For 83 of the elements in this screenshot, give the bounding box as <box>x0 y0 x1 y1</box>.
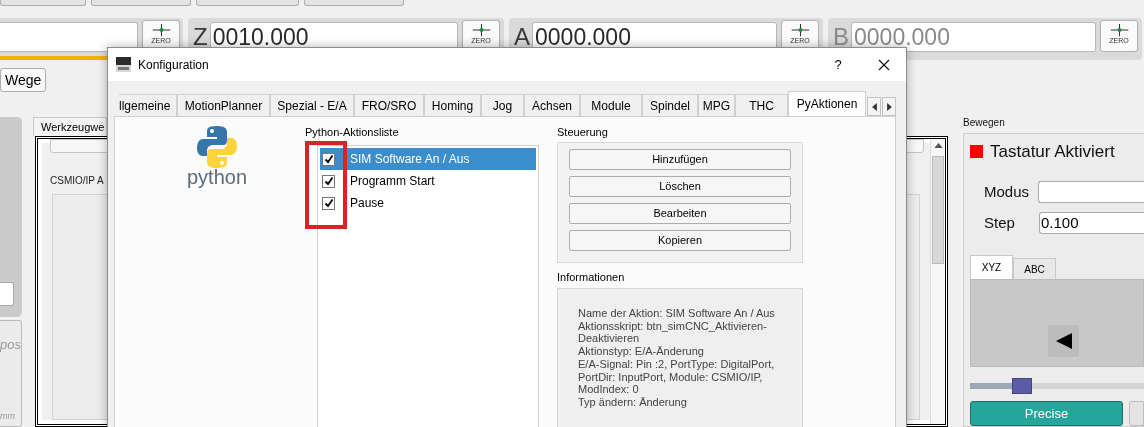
speed-slider[interactable] <box>970 378 1144 394</box>
field-label: Modus <box>984 182 1031 202</box>
scrollbar[interactable] <box>930 139 945 424</box>
app-icon <box>116 57 131 72</box>
step-field[interactable]: 0.100 <box>1039 211 1144 234</box>
tab[interactable]: MPG <box>698 94 735 116</box>
check-icon <box>323 176 334 186</box>
item-label: SIM Software An / Aus <box>350 151 470 168</box>
slider-thumb[interactable] <box>1012 378 1032 394</box>
axis-value-field[interactable] <box>0 22 138 52</box>
mode-dropdown[interactable] <box>1038 181 1144 204</box>
input-field[interactable] <box>0 282 14 306</box>
position-label: pos <box>0 336 21 354</box>
axis-label: Z <box>193 25 208 49</box>
crosshair-icon <box>1108 23 1130 37</box>
scroll-thumb[interactable] <box>932 156 944 264</box>
check-icon <box>323 154 334 164</box>
toolbar-button[interactable] <box>91 0 191 6</box>
tab[interactable]: Homing <box>424 94 481 116</box>
item-label: Programm Start <box>350 173 435 190</box>
section-title: Bewegen <box>963 117 1006 129</box>
checkbox[interactable] <box>322 174 335 188</box>
tab[interactable]: FRO/SRO <box>354 94 424 116</box>
scroll-right-button[interactable] <box>882 97 896 116</box>
info-text: Aktionsskript: btn_simCNC_Aktivieren- <box>578 319 768 333</box>
info-text: Typ ändern: Änderung <box>578 395 688 409</box>
info-text: Name der Aktion: SIM Software An / Aus <box>578 307 776 320</box>
unit-label: mm <box>0 409 16 423</box>
crosshair-icon <box>470 23 492 37</box>
axis-label: B <box>833 25 849 49</box>
python-logo-icon <box>197 125 237 169</box>
left-arrow-icon <box>871 102 877 111</box>
left-arrow-icon <box>1055 333 1072 349</box>
scroll-left-button[interactable] <box>867 97 881 116</box>
close-icon[interactable] <box>878 58 890 71</box>
action-button[interactable]: Bearbeiten <box>569 203 791 224</box>
tab[interactable]: PyAktionen <box>788 91 866 116</box>
info-text: E/A-Signal: Pin :2, PortType: DigitalPort, <box>578 357 776 371</box>
paths-button[interactable]: Wege <box>0 68 47 92</box>
tab[interactable]: Jog <box>481 94 524 116</box>
tab[interactable]: Werkzeugwe <box>33 117 107 136</box>
keyboard-status: Tastatur Aktiviert <box>990 143 1115 160</box>
list-item[interactable]: Pause <box>320 192 536 214</box>
tab[interactable]: ABC <box>1013 258 1056 279</box>
right-arrow-icon <box>886 102 892 111</box>
window-title: Konfiguration <box>138 56 209 74</box>
tab[interactable]: XYZ <box>970 255 1013 279</box>
action-button[interactable]: Löschen <box>569 176 791 197</box>
section-title: Python-Aktionsliste <box>305 126 400 139</box>
section-title: Steuerung <box>557 126 609 139</box>
toolbar-button[interactable] <box>304 0 404 6</box>
item-label: Pause <box>350 195 385 212</box>
help-button[interactable]: ? <box>831 54 845 75</box>
action-button[interactable]: Kopieren <box>569 230 791 251</box>
tab[interactable]: Achsen <box>524 94 580 116</box>
tab[interactable]: Module <box>580 94 642 116</box>
tab[interactable]: MotionPlanner <box>177 94 270 116</box>
field-label: Step <box>984 212 1016 233</box>
tab[interactable]: Spindel <box>642 94 698 116</box>
crosshair-icon <box>789 23 811 37</box>
section-title: Informationen <box>557 271 626 284</box>
scroll-up-icon[interactable] <box>933 143 943 148</box>
logo-text: python <box>186 167 248 187</box>
info-text: PortDir: InputPort, Module: CSMIO/IP, <box>578 370 764 384</box>
list-item[interactable]: Programm Start <box>320 170 536 192</box>
info-text: ModIndex: 0 <box>578 383 639 396</box>
checkbox[interactable] <box>322 196 335 210</box>
module-label: CSMIO/IP A <box>50 174 104 188</box>
toolbar-button[interactable] <box>0 0 86 6</box>
info-text: Aktionstyp: E/A-Änderung <box>578 345 705 358</box>
check-icon <box>323 198 334 208</box>
tab[interactable]: THC <box>735 94 788 116</box>
jog-left-button[interactable] <box>1048 325 1079 357</box>
mode-button[interactable] <box>1129 401 1144 426</box>
tab[interactable]: llgemeine <box>119 94 177 116</box>
list-item[interactable]: SIM Software An / Aus <box>320 148 536 170</box>
checkbox[interactable] <box>322 152 335 166</box>
info-text: Deaktivieren <box>578 332 641 346</box>
axis-label: A <box>514 25 530 49</box>
toolbar-button[interactable] <box>196 0 299 6</box>
tab[interactable]: Spezial - E/A <box>270 94 354 116</box>
crosshair-icon <box>150 23 172 37</box>
action-button[interactable]: Hinzufügen <box>569 149 791 170</box>
